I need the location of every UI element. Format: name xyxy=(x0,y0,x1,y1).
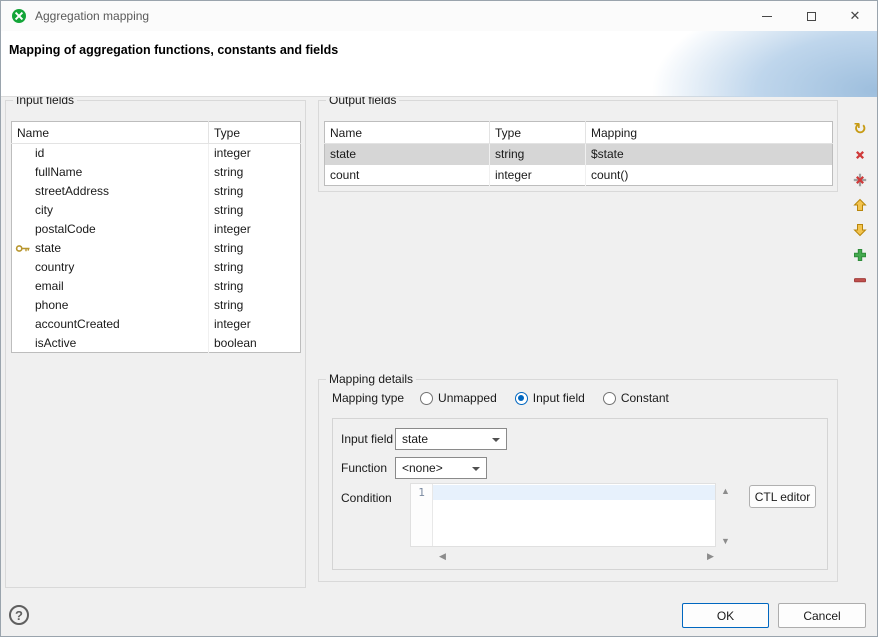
app-icon xyxy=(11,8,27,24)
input-field-label: Input field xyxy=(341,432,393,446)
close-icon: ✕ xyxy=(850,8,861,24)
output-fields-table: Name Type Mapping state string $state co… xyxy=(324,121,833,186)
mapping-type-row: Mapping type Unmapped Input field Consta… xyxy=(332,391,687,405)
function-combo[interactable]: <none> xyxy=(395,457,487,479)
aggregation-mapping-dialog: Aggregation mapping ✕ Mapping of aggrega… xyxy=(0,0,878,637)
input-field-combo-value: state xyxy=(402,432,428,446)
radio-input-field[interactable]: Input field xyxy=(515,391,585,405)
maximize-icon xyxy=(807,12,816,21)
column-header-type[interactable]: Type xyxy=(209,122,301,144)
mapping-details-group: Mapping details Mapping type Unmapped In… xyxy=(318,379,838,582)
dialog-subtitle: Mapping of aggregation functions, consta… xyxy=(9,43,338,57)
current-line-highlight xyxy=(433,485,715,500)
mapping-type-label: Mapping type xyxy=(332,391,404,405)
line-number: 1 xyxy=(418,486,425,499)
table-row[interactable]: streetAddressstring xyxy=(12,182,301,201)
condition-editor[interactable]: 1 xyxy=(410,483,716,547)
cancel-button[interactable]: Cancel xyxy=(778,603,866,628)
table-row[interactable]: emailstring xyxy=(12,277,301,296)
table-row[interactable]: citystring xyxy=(12,201,301,220)
table-row[interactable]: count integer count() xyxy=(325,165,833,186)
window-title: Aggregation mapping xyxy=(35,9,149,23)
delete-icon xyxy=(853,148,867,162)
table-row[interactable]: countrystring xyxy=(12,258,301,277)
delete-all-icon xyxy=(853,173,867,187)
cancel-button-label: Cancel xyxy=(803,609,840,623)
delete-mapping-button[interactable] xyxy=(850,146,870,164)
minimize-button[interactable] xyxy=(745,1,789,31)
radio-input-field-icon xyxy=(515,392,528,405)
function-label: Function xyxy=(341,461,387,475)
mapping-detail-panel: Input field state Function <none> Condit… xyxy=(332,418,828,570)
table-row[interactable]: idinteger xyxy=(12,144,301,163)
radio-constant[interactable]: Constant xyxy=(603,391,669,405)
table-row[interactable]: phonestring xyxy=(12,296,301,315)
help-icon: ? xyxy=(15,608,23,623)
radio-input-field-label: Input field xyxy=(533,391,585,405)
chevron-down-icon xyxy=(492,438,500,442)
radio-constant-label: Constant xyxy=(621,391,669,405)
radio-unmapped-label: Unmapped xyxy=(438,391,497,405)
add-field-button[interactable] xyxy=(850,246,870,264)
column-header-type[interactable]: Type xyxy=(490,122,586,144)
scroll-right-arrow[interactable]: ▶ xyxy=(707,552,714,561)
move-up-icon xyxy=(853,198,867,212)
ok-button-label: OK xyxy=(717,609,734,623)
scroll-up-arrow[interactable]: ▲ xyxy=(721,487,730,496)
sync-icon: ↻ xyxy=(853,122,866,138)
remove-icon xyxy=(853,273,867,287)
line-number-gutter: 1 xyxy=(411,484,433,546)
dialog-banner: Mapping of aggregation functions, consta… xyxy=(1,31,877,97)
move-up-button[interactable] xyxy=(850,196,870,214)
move-down-button[interactable] xyxy=(850,221,870,239)
input-field-combo[interactable]: state xyxy=(395,428,507,450)
mapping-details-label: Mapping details xyxy=(326,372,416,386)
scroll-down-arrow[interactable]: ▼ xyxy=(721,537,730,546)
table-row[interactable]: isActiveboolean xyxy=(12,334,301,353)
radio-unmapped-icon xyxy=(420,392,433,405)
column-header-name[interactable]: Name xyxy=(325,122,490,144)
banner-gradient xyxy=(537,31,877,97)
column-header-mapping[interactable]: Mapping xyxy=(586,122,833,144)
scroll-left-arrow[interactable]: ◀ xyxy=(439,552,446,561)
table-row-key-field[interactable]: state string xyxy=(12,239,301,258)
column-header-name[interactable]: Name xyxy=(12,122,209,144)
table-row[interactable]: postalCodeinteger xyxy=(12,220,301,239)
delete-all-mappings-button[interactable] xyxy=(850,171,870,189)
input-fields-table: Name Type idinteger fullNamestring stree… xyxy=(11,121,301,353)
titlebar[interactable]: Aggregation mapping ✕ xyxy=(1,1,877,31)
close-button[interactable]: ✕ xyxy=(833,1,877,31)
ctl-editor-button[interactable]: CTL editor xyxy=(749,485,816,508)
add-icon xyxy=(853,248,867,262)
minimize-icon xyxy=(762,16,772,17)
table-row-selected[interactable]: state string $state xyxy=(325,144,833,165)
condition-text-area[interactable] xyxy=(433,484,715,546)
key-icon xyxy=(15,243,31,257)
sync-mappings-button[interactable]: ↻ xyxy=(850,121,870,139)
chevron-down-icon xyxy=(472,467,480,471)
condition-label: Condition xyxy=(341,491,392,505)
output-fields-group: Output fields Name Type Mapping state st… xyxy=(318,100,838,192)
output-toolbar: ↻ xyxy=(850,121,872,296)
help-button[interactable]: ? xyxy=(9,605,29,625)
radio-constant-icon xyxy=(603,392,616,405)
remove-field-button[interactable] xyxy=(850,271,870,289)
radio-unmapped[interactable]: Unmapped xyxy=(420,391,497,405)
input-fields-group: Input fields Name Type idinteger fullNam… xyxy=(5,100,306,588)
table-row[interactable]: fullNamestring xyxy=(12,163,301,182)
function-combo-value: <none> xyxy=(402,461,443,475)
ok-button[interactable]: OK xyxy=(682,603,769,628)
ctl-editor-button-label: CTL editor xyxy=(755,490,811,504)
table-row[interactable]: accountCreatedinteger xyxy=(12,315,301,334)
move-down-icon xyxy=(853,223,867,237)
maximize-button[interactable] xyxy=(789,1,833,31)
